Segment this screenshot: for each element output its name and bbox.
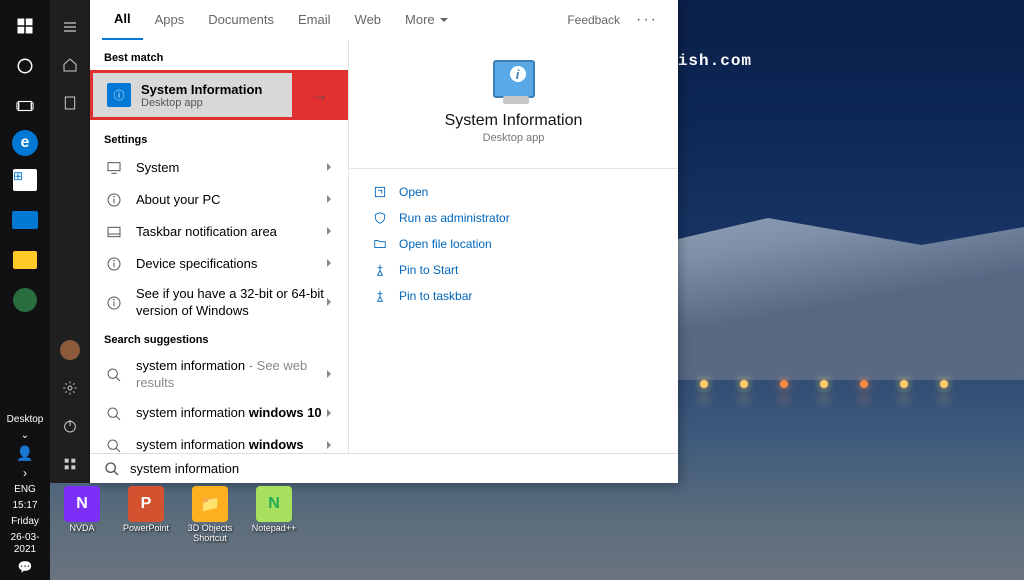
monitor-icon xyxy=(104,158,124,178)
tab-all[interactable]: All xyxy=(102,0,143,40)
search-panel: All Apps Documents Email Web More Feedba… xyxy=(90,0,678,483)
edge-icon[interactable]: e xyxy=(12,130,38,156)
best-match-title: System Information xyxy=(141,82,262,97)
search-input-row xyxy=(90,453,678,483)
settings-item-device-spec[interactable]: Device specifications xyxy=(90,248,348,280)
grid-rail-icon[interactable] xyxy=(54,448,86,480)
tab-documents[interactable]: Documents xyxy=(196,0,286,40)
action-pin-taskbar[interactable]: Pin to taskbar xyxy=(349,283,678,309)
mail-icon[interactable] xyxy=(9,204,41,236)
preview-title: System Information xyxy=(445,112,583,130)
best-match-item[interactable]: ⓘ System Information Desktop app xyxy=(90,70,348,120)
action-run-admin[interactable]: Run as administrator xyxy=(349,205,678,231)
gear-icon[interactable] xyxy=(54,372,86,404)
document-rail-icon[interactable] xyxy=(54,87,86,119)
action-pin-start[interactable]: Pin to Start xyxy=(349,257,678,283)
chevron-right-icon xyxy=(324,294,334,312)
hamburger-icon[interactable] xyxy=(54,11,86,43)
chevron-right-icon xyxy=(324,405,334,423)
info-icon xyxy=(104,254,124,274)
tab-email[interactable]: Email xyxy=(286,0,343,40)
section-best-match: Best match xyxy=(90,44,348,70)
pin-icon xyxy=(371,289,389,303)
people-icon[interactable]: 👤 xyxy=(16,445,33,462)
store-icon[interactable]: ⊞ xyxy=(9,164,41,196)
user-rail-icon[interactable] xyxy=(54,334,86,366)
section-suggestions: Search suggestions xyxy=(90,326,348,352)
suggestion-item[interactable]: system information - See web results xyxy=(90,352,348,398)
start-icon[interactable] xyxy=(9,10,41,42)
chevron-right-icon xyxy=(324,159,334,177)
search-icon xyxy=(104,365,124,385)
taskbar-vertical: e ⊞ Desktop ⌄ 👤 › ENG 15:17 Friday 26-03… xyxy=(0,0,50,580)
desktop-icon-3dobjects[interactable]: 📁3D Objects Shortcut xyxy=(186,486,234,544)
taskbar-icon xyxy=(104,222,124,242)
suggestion-item[interactable]: system information windows 10 xyxy=(90,398,348,430)
preview-app-icon xyxy=(493,60,535,98)
section-settings: Settings xyxy=(90,126,348,152)
shield-icon xyxy=(371,211,389,225)
tab-apps[interactable]: Apps xyxy=(143,0,197,40)
desktop-icon-nvda[interactable]: NNVDA xyxy=(58,486,106,544)
search-icon xyxy=(104,436,124,453)
pin-icon xyxy=(371,263,389,277)
suggestion-item[interactable]: system information windows xyxy=(90,430,348,453)
clock-time[interactable]: 15:17 xyxy=(12,500,37,512)
preview-pane: System Information Desktop app Open Run … xyxy=(348,40,678,453)
tab-more[interactable]: More xyxy=(393,0,461,40)
settings-item-system[interactable]: System xyxy=(90,152,348,184)
taskview-icon[interactable] xyxy=(9,90,41,122)
app-avatar-icon[interactable] xyxy=(9,284,41,316)
settings-item-taskbar[interactable]: Taskbar notification area xyxy=(90,216,348,248)
chevron-right-icon xyxy=(324,191,334,209)
action-open[interactable]: Open xyxy=(349,179,678,205)
chevron-down-icon[interactable]: ⌄ xyxy=(21,430,29,441)
desktop-label[interactable]: Desktop xyxy=(7,414,44,426)
more-dots-icon[interactable]: ··· xyxy=(628,11,666,29)
start-rail xyxy=(50,0,90,483)
info-icon xyxy=(104,293,124,313)
results-list: Best match ⓘ System Information Desktop … xyxy=(90,40,348,453)
action-center-icon[interactable]: 💬 xyxy=(18,560,33,574)
chevron-right-icon xyxy=(324,366,334,384)
lang-indicator[interactable]: ENG xyxy=(14,484,36,496)
sysinfo-icon: ⓘ xyxy=(107,83,131,107)
search-tabs: All Apps Documents Email Web More Feedba… xyxy=(90,0,678,40)
chevron-right-icon xyxy=(324,437,334,453)
info-icon xyxy=(104,190,124,210)
search-icon xyxy=(104,461,120,477)
desktop-icons: NNVDA PPowerPoint 📁3D Objects Shortcut N… xyxy=(58,486,298,544)
cortana-icon[interactable] xyxy=(9,50,41,82)
action-open-location[interactable]: Open file location xyxy=(349,231,678,257)
clock-date: 26-03-2021 xyxy=(0,532,50,556)
settings-item-about[interactable]: About your PC xyxy=(90,184,348,216)
desktop-icon-powerpoint[interactable]: PPowerPoint xyxy=(122,486,170,544)
preview-subtitle: Desktop app xyxy=(483,132,545,144)
best-match-subtitle: Desktop app xyxy=(141,97,262,109)
settings-item-32-64[interactable]: See if you have a 32-bit or 64-bit versi… xyxy=(90,280,348,326)
search-input[interactable] xyxy=(130,461,664,476)
chevron-right-icon xyxy=(324,255,334,273)
explorer-icon[interactable] xyxy=(9,244,41,276)
desktop-icon-notepadpp[interactable]: NNotepad++ xyxy=(250,486,298,544)
folder-icon xyxy=(371,237,389,251)
tab-web[interactable]: Web xyxy=(343,0,394,40)
home-icon[interactable] xyxy=(54,49,86,81)
clock-day: Friday xyxy=(11,516,39,528)
tray-chevron-icon[interactable]: › xyxy=(23,466,27,480)
open-icon xyxy=(371,185,389,199)
feedback-link[interactable]: Feedback xyxy=(567,13,620,27)
chevron-right-icon xyxy=(324,223,334,241)
search-icon xyxy=(104,404,124,424)
power-icon[interactable] xyxy=(54,410,86,442)
